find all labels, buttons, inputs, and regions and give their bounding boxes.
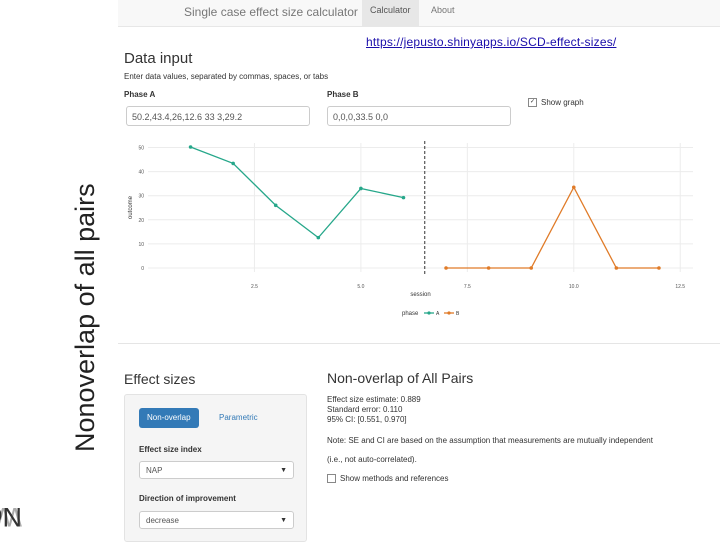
phase-a-label: Phase A — [124, 90, 156, 99]
x-tick-label: 2.5 — [251, 284, 258, 290]
data-input-heading: Data input — [124, 50, 193, 67]
legend-label: A — [436, 311, 440, 317]
tab-about[interactable]: About — [423, 0, 463, 26]
effect-size-index-value: NAP — [146, 466, 163, 475]
data-point — [486, 266, 491, 270]
direction-value: decrease — [146, 516, 179, 525]
x-axis-label: session — [410, 292, 430, 298]
data-point — [444, 266, 448, 270]
title-nonoverlap-indices: Nonoverlap indices : — [0, 502, 22, 532]
show-methods-option[interactable]: Show methods and references — [327, 474, 449, 484]
legend-swatch-point — [427, 311, 431, 315]
independence-note-2: (i.e., not auto-correlated). — [327, 455, 417, 464]
y-tick-label: 30 — [138, 194, 144, 200]
slide-subtitle: Nonoverlap of all pairs — [70, 183, 100, 452]
y-tick-label: 0 — [141, 266, 144, 272]
y-tick-label: 20 — [138, 218, 144, 224]
y-tick-label: 40 — [138, 170, 144, 176]
y-tick-label: 50 — [138, 145, 144, 151]
y-axis-label: outcome — [128, 195, 134, 219]
legend-swatch-point — [447, 311, 451, 315]
data-point — [401, 195, 406, 200]
y-tick-label: 10 — [138, 242, 144, 248]
independence-note: Note: SE and CI are based on the assumpt… — [327, 436, 653, 445]
standard-error: Standard error: 0.110 — [327, 405, 403, 414]
tab-non-overlap[interactable]: Non-overlap — [139, 408, 199, 428]
effect-sizes-heading: Effect sizes — [124, 371, 196, 387]
effect-size-index-label: Effect size index — [139, 445, 202, 454]
app-screenshot: Single case effect size calculator Calcu… — [118, 0, 720, 542]
outcome-chart: 0 10 20 30 40 50 2.5 5.0 7.5 10.0 12.5 outcome sessi… — [128, 141, 693, 317]
data-point — [273, 203, 278, 208]
tab-parametric[interactable]: Parametric — [211, 408, 266, 428]
direction-label: Direction of improvement — [139, 494, 236, 503]
effect-size-estimate: Effect size estimate: 0.889 — [327, 395, 421, 404]
confidence-interval: 95% CI: [0.551, 0.970] — [327, 415, 407, 424]
show-graph-label: Show graph — [541, 98, 584, 107]
chevron-down-icon: ▼ — [280, 467, 287, 474]
data-input-hint: Enter data values, separated by commas, … — [124, 72, 329, 81]
app-url-link[interactable]: https://jepusto.shinyapps.io/SCD-effect-… — [366, 35, 616, 49]
x-tick-label: 12.5 — [675, 284, 685, 290]
show-graph-checkbox[interactable]: ✓ — [528, 98, 537, 108]
x-tick-label: 7.5 — [464, 284, 471, 290]
data-point — [188, 145, 193, 149]
legend-label: B — [456, 311, 460, 317]
legend-title: phase — [402, 311, 419, 317]
show-methods-checkbox[interactable] — [327, 474, 336, 484]
results-heading: Non-overlap of All Pairs — [327, 370, 474, 386]
data-point — [614, 266, 619, 270]
phase-b-input[interactable]: 0,0,0,33.5 0,0 — [327, 106, 511, 126]
phase-a-input[interactable]: 50.2,43.4,26,12.6 33 3,29.2 — [126, 106, 310, 126]
data-point — [657, 266, 661, 270]
section-divider — [118, 343, 720, 344]
phase-b-label: Phase B — [327, 90, 359, 99]
data-point — [529, 266, 534, 270]
show-methods-label: Show methods and references — [340, 474, 449, 483]
navbar: Single case effect size calculator Calcu… — [118, 0, 720, 27]
direction-select[interactable]: decrease ▼ — [139, 511, 294, 529]
show-graph-option[interactable]: ✓ Show graph — [528, 98, 584, 108]
effect-size-index-select[interactable]: NAP ▼ — [139, 461, 294, 479]
x-tick-label: 5.0 — [357, 284, 364, 290]
slide-title: Web-based Nonoverlap indices : Nonoverla… — [0, 0, 110, 540]
chevron-down-icon: ▼ — [280, 517, 287, 524]
effect-sizes-panel: Non-overlap Parametric Effect size index… — [124, 394, 307, 542]
data-point — [316, 235, 321, 240]
data-point — [231, 161, 235, 166]
data-point — [571, 185, 576, 190]
app-brand[interactable]: Single case effect size calculator — [184, 5, 358, 19]
data-point — [359, 186, 363, 191]
tab-calculator[interactable]: Calculator — [362, 0, 419, 26]
x-tick-label: 10.0 — [569, 284, 579, 290]
